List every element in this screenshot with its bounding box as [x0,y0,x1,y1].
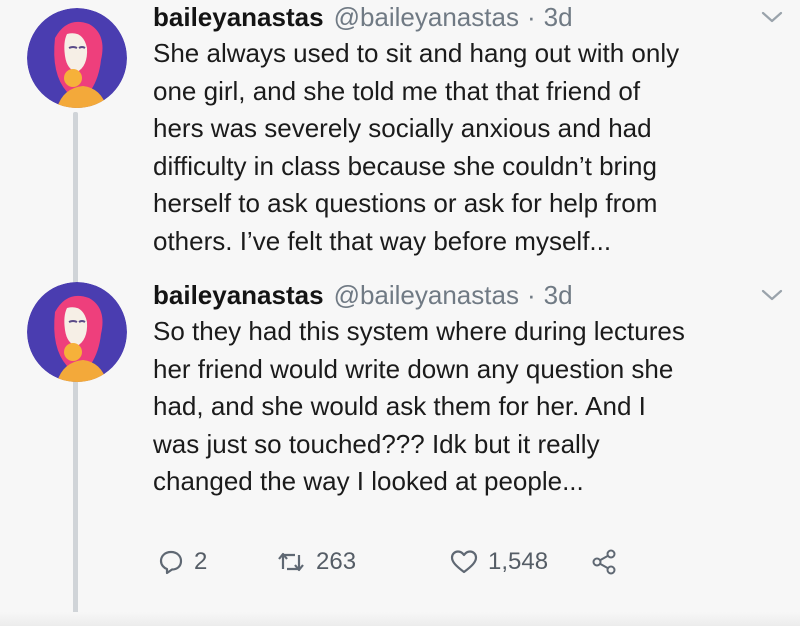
avatar[interactable] [27,8,127,108]
chevron-down-icon[interactable] [760,8,784,26]
retweet-count: 263 [316,548,357,575]
reply-count: 2 [194,548,208,575]
share-icon [592,549,616,575]
tweet-header: baileyanastas @baileyanastas · 3d [153,0,780,34]
separator-dot: · [526,280,536,310]
timestamp[interactable]: 3d [544,0,573,34]
like-button[interactable]: 1,548 [450,548,590,576]
user-handle[interactable]: @baileyanastas [334,278,519,312]
avatar[interactable] [27,282,127,382]
reply-icon [159,550,183,575]
bottom-edge [0,612,800,626]
tweet-text: So they had this system where during lec… [153,316,685,496]
timestamp[interactable]: 3d [544,278,573,312]
chevron-down-icon[interactable] [760,286,784,304]
retweet-button[interactable]: 263 [276,548,450,576]
tweet-text: She always used to sit and hang out with… [153,38,680,256]
reply-button[interactable]: 2 [158,548,276,576]
display-name[interactable]: baileyanastas [153,0,324,34]
tweet-header: baileyanastas @baileyanastas · 3d [153,278,780,312]
heart-icon [450,550,478,574]
separator-dot: · [526,2,536,32]
retweet-icon [278,552,304,572]
display-name[interactable]: baileyanastas [153,278,324,312]
like-count: 1,548 [488,548,549,575]
user-handle[interactable]: @baileyanastas [334,0,519,34]
tweet-actions: 2 263 1,548 [158,548,618,576]
share-button[interactable] [590,548,618,576]
